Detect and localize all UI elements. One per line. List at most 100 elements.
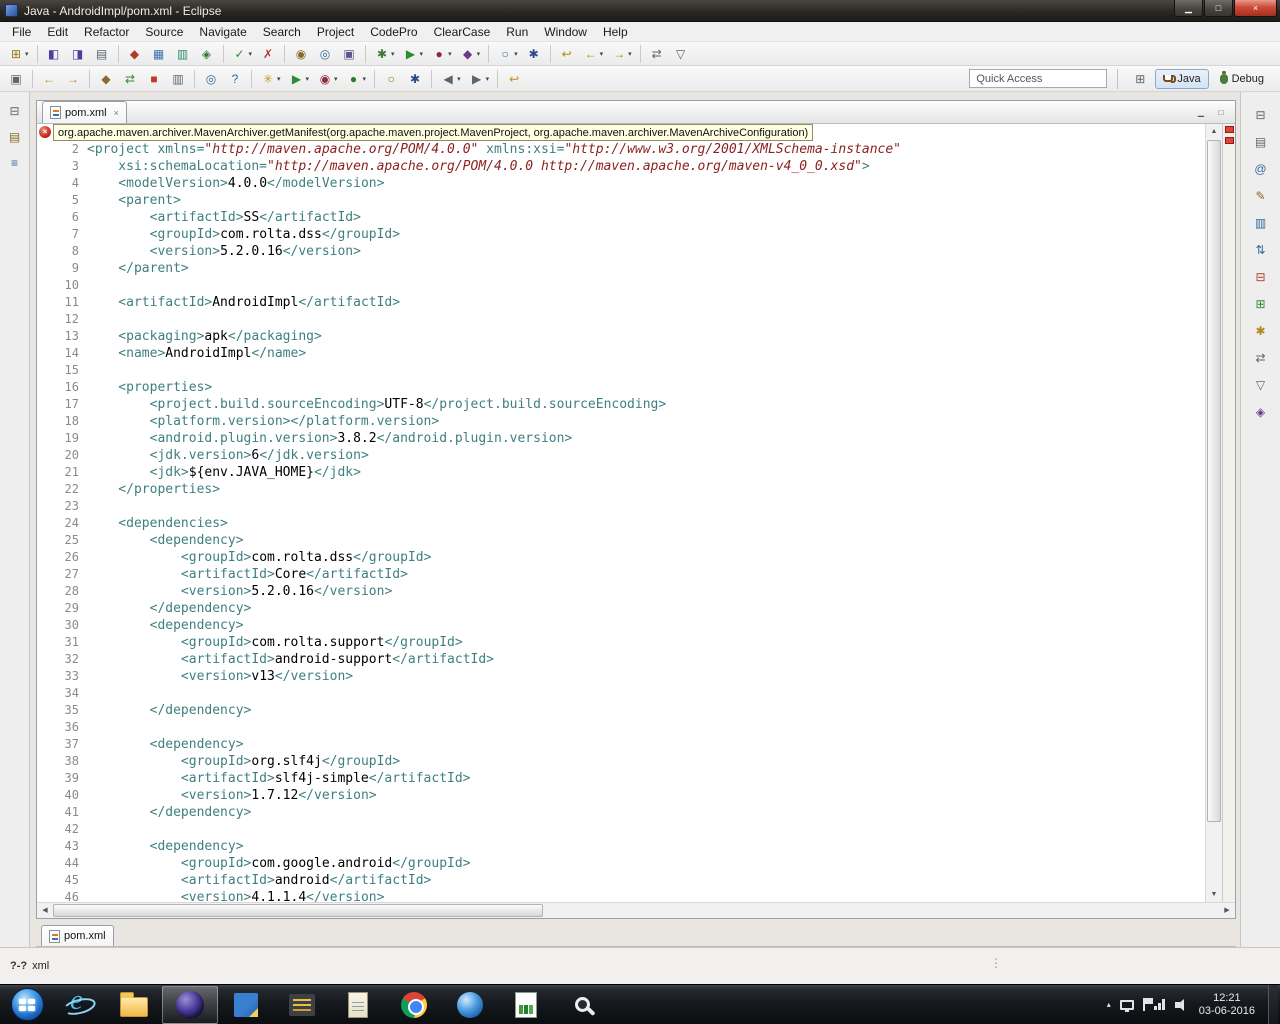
outline-design-button[interactable]: ▤ (1252, 133, 1270, 151)
maximize-editor-button[interactable]: □ (1213, 105, 1229, 120)
menu-help[interactable]: Help (595, 23, 636, 41)
annotation-gutter-cell[interactable] (37, 328, 53, 345)
code-line[interactable]: 10 (37, 277, 1205, 294)
previous-annotation-button[interactable]: ◀ ▾ (437, 69, 464, 89)
code-line[interactable]: 44 <groupId>com.google.android</groupId> (37, 855, 1205, 872)
annotation-gutter-cell[interactable] (37, 702, 53, 719)
menu-edit[interactable]: Edit (39, 23, 76, 41)
annotation-gutter-cell[interactable] (37, 430, 53, 447)
tray-flag-icon[interactable] (1142, 998, 1153, 1011)
help-button[interactable]: ? (224, 69, 246, 89)
code-line[interactable]: 34 (37, 685, 1205, 702)
annotation-gutter-cell[interactable] (37, 787, 53, 804)
horizontal-scroll-thumb[interactable] (53, 904, 543, 917)
debug-launch-button[interactable]: ✱ ▾ (371, 44, 398, 64)
code-line[interactable]: 18 <platform.version></platform.version> (37, 413, 1205, 430)
annotation-gutter-cell[interactable] (37, 889, 53, 902)
file-search-button[interactable]: ✱ (404, 69, 426, 89)
new-java-class-button[interactable]: ○ ▾ (494, 44, 521, 64)
annotation-gutter-cell[interactable] (37, 447, 53, 464)
open-type-button[interactable]: ○ (380, 69, 402, 89)
taskbar-notes-button[interactable] (218, 986, 274, 1024)
pin-editor-button[interactable]: ▽ (670, 44, 692, 64)
menu-file[interactable]: File (4, 23, 39, 41)
menu-search[interactable]: Search (255, 23, 309, 41)
restore-right-views-button[interactable]: ⊟ (1252, 106, 1270, 124)
annotation-gutter-cell[interactable] (37, 209, 53, 226)
clearcase-checkout-button[interactable]: ◎ (314, 44, 336, 64)
expand-all-button[interactable]: ⊞ (1252, 295, 1270, 313)
minimize-editor-button[interactable]: ▁ (1193, 105, 1209, 120)
annotation-gutter-cell[interactable] (37, 345, 53, 362)
annotation-gutter-cell[interactable] (37, 481, 53, 498)
code-area[interactable]: × 12 <project xmlns="http://maven.apache.o… (37, 124, 1205, 902)
annotation-gutter-cell[interactable] (37, 566, 53, 583)
code-line[interactable]: 15 (37, 362, 1205, 379)
annotation-gutter-cell[interactable] (37, 685, 53, 702)
edit-styles-button[interactable]: ✎ (1252, 187, 1270, 205)
scroll-left-icon[interactable]: ◀ (37, 903, 53, 918)
annotation-gutter-cell[interactable] (37, 362, 53, 379)
annotation-gutter-cell[interactable] (37, 634, 53, 651)
show-desktop-button[interactable] (1268, 984, 1278, 1024)
taskbar-explorer-button[interactable] (106, 986, 162, 1024)
code-line[interactable]: 26 <groupId>com.rolta.dss</groupId> (37, 549, 1205, 566)
delete-item-button[interactable]: ✗ (257, 44, 279, 64)
annotation-gutter-cell[interactable] (37, 668, 53, 685)
forward-button[interactable]: → (62, 69, 84, 89)
taskbar-notepad-button[interactable] (330, 986, 386, 1024)
code-line[interactable]: 25 <dependency> (37, 532, 1205, 549)
code-line[interactable]: 21 <jdk>${env.JAVA_HOME}</jdk> (37, 464, 1205, 481)
console-button[interactable]: ▥ (167, 69, 189, 89)
favorites-button[interactable]: ✱ (1252, 322, 1270, 340)
vertical-scroll-thumb[interactable] (1207, 140, 1221, 822)
perspective-debug-button[interactable]: Debug (1212, 69, 1272, 89)
taskbar-chart-button[interactable] (498, 986, 554, 1024)
filter-button[interactable]: ▽ (1252, 376, 1270, 394)
code-line[interactable]: 41 </dependency> (37, 804, 1205, 821)
taskbar-clock[interactable]: 12:21 03-06-2016 (1199, 992, 1255, 1018)
restore-view-button[interactable]: ▣ (5, 69, 27, 89)
annotation-gutter-cell[interactable] (37, 413, 53, 430)
type-hierarchy-button[interactable]: ≡ (6, 154, 24, 172)
code-line[interactable]: 31 <groupId>com.rolta.support</groupId> (37, 634, 1205, 651)
annotation-gutter-cell[interactable]: × (37, 124, 53, 141)
refresh-button[interactable]: ⇄ (119, 69, 141, 89)
vertical-scrollbar[interactable]: ▲ ▼ (1205, 124, 1222, 902)
taskbar-archive-button[interactable] (274, 986, 330, 1024)
annotation-gutter-cell[interactable] (37, 311, 53, 328)
open-perspective-button[interactable]: ⊞ (1129, 69, 1151, 89)
restore-left-views-button[interactable]: ⊟ (6, 102, 24, 120)
annotation-gutter-cell[interactable] (37, 175, 53, 192)
code-line[interactable]: 11 <artifactId>AndroidImpl</artifactId> (37, 294, 1205, 311)
collapse-all-button[interactable]: ⊟ (1252, 268, 1270, 286)
code-line[interactable]: 17 <project.build.sourceEncoding>UTF-8</… (37, 396, 1205, 413)
code-line[interactable]: 7 <groupId>com.rolta.dss</groupId> (37, 226, 1205, 243)
code-line[interactable]: 20 <jdk.version>6</jdk.version> (37, 447, 1205, 464)
annotation-gutter-cell[interactable] (37, 515, 53, 532)
tray-network-icon[interactable] (1153, 999, 1166, 1010)
annotation-gutter-cell[interactable] (37, 617, 53, 634)
taskbar-eclipse-button[interactable] (162, 985, 218, 1024)
annotation-gutter-cell[interactable] (37, 158, 53, 175)
annotation-gutter-cell[interactable] (37, 804, 53, 821)
save-button[interactable]: ◧ (43, 44, 65, 64)
annotation-gutter-cell[interactable] (37, 770, 53, 787)
code-line[interactable]: 32 <artifactId>android-support</artifact… (37, 651, 1205, 668)
taskbar-search-button[interactable] (554, 986, 610, 1024)
bottom-tab-pom-xml[interactable]: pom.xml (41, 925, 114, 946)
status-drag-handle[interactable]: ⋮ (990, 956, 1002, 970)
clearcase-update-button[interactable]: ▣ (338, 44, 360, 64)
error-overview-marker[interactable] (1225, 137, 1234, 144)
forward-history-button[interactable]: → ▾ (608, 44, 635, 64)
link-outline-button[interactable]: ⇄ (1252, 349, 1270, 367)
show-annotations-button[interactable]: @ (1252, 160, 1270, 178)
annotation-gutter-cell[interactable] (37, 651, 53, 668)
code-line[interactable]: 42 (37, 821, 1205, 838)
close-button[interactable]: × (1234, 0, 1277, 17)
code-line[interactable]: 40 <version>1.7.12</version> (37, 787, 1205, 804)
annotation-gutter-cell[interactable] (37, 498, 53, 515)
code-line[interactable]: 8 <version>5.2.0.16</version> (37, 243, 1205, 260)
back-history-button[interactable]: ← ▾ (580, 44, 607, 64)
back-button[interactable]: ← (38, 69, 60, 89)
